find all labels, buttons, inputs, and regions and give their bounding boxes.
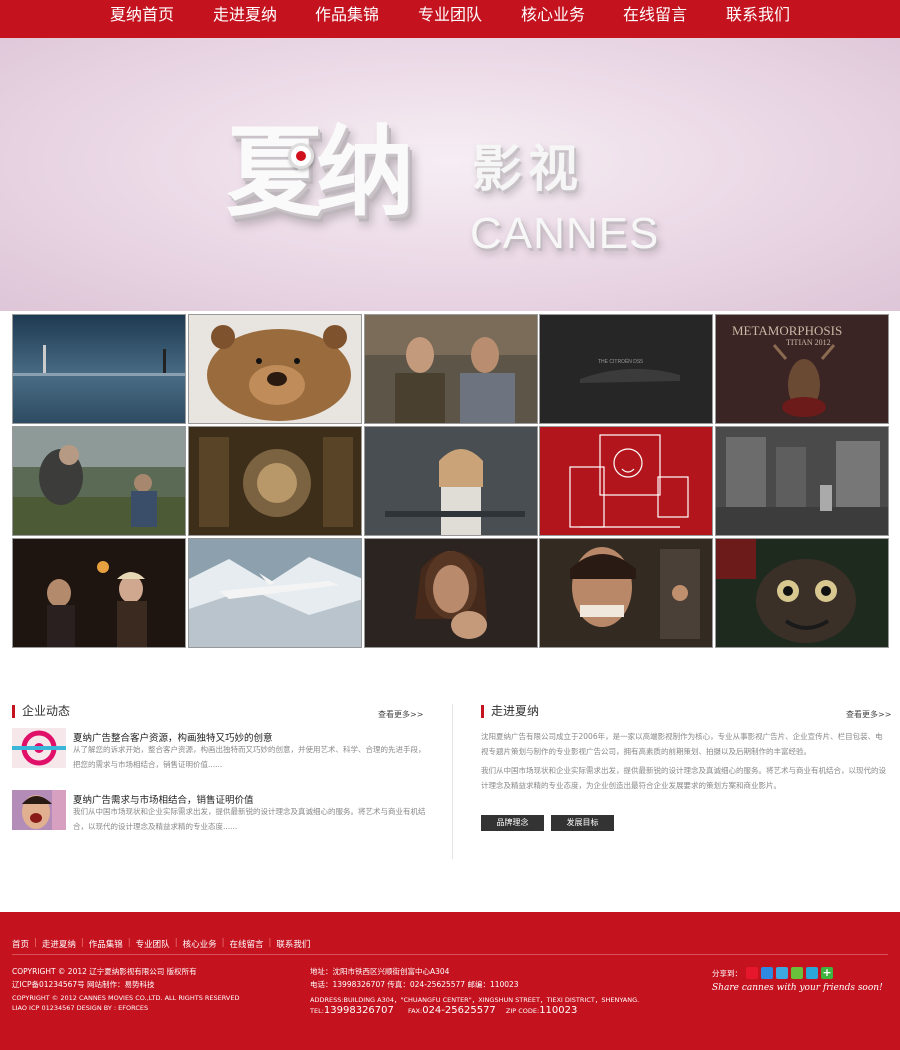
hero-banner: 夏纳 影视 CANNES: [0, 38, 900, 311]
footer-zip-label: ZIP CODE:: [505, 1007, 540, 1015]
site-footer: 首页 | 走进夏纳 | 作品集锦 | 专业团队 | 核心业务 | 在线留言 | 联系我们 C…: [0, 912, 900, 1050]
renren-share-icon[interactable]: [806, 967, 818, 979]
footer-nav-home[interactable]: 首页: [12, 938, 34, 950]
development-goal-button[interactable]: 发展目标: [551, 815, 614, 831]
works-gallery: THE CITROËN DS5 METAMORPHOSIS TITIAN 2012: [12, 314, 889, 651]
share-label: 分享到：: [712, 969, 742, 978]
gallery-thumb[interactable]: [715, 538, 889, 648]
gallery-thumb[interactable]: [12, 426, 186, 536]
share-slogan: Share cannes with your friends soon!: [712, 983, 883, 993]
column-divider: [452, 704, 453, 859]
footer-nav-message[interactable]: 在线留言: [224, 938, 268, 950]
qzone-share-icon[interactable]: [761, 967, 773, 979]
weibo-share-icon[interactable]: [746, 967, 758, 979]
logo-subtitle: 影视: [472, 140, 584, 198]
footer-icp-en: LIAO ICP 01234567 DESIGN BY : EFORCES: [12, 1004, 149, 1012]
footer-nav-business[interactable]: 核心业务: [178, 938, 222, 950]
about-section-title: 走进夏纳: [481, 705, 539, 718]
nav-message[interactable]: 在线留言: [614, 0, 696, 38]
news-thumb[interactable]: [12, 728, 66, 768]
footer-nav-team[interactable]: 专业团队: [131, 938, 175, 950]
nav-business[interactable]: 核心业务: [512, 0, 594, 38]
logo-chinese: 夏纳: [226, 116, 414, 230]
footer-tel-value: 13998326707: [323, 1005, 394, 1016]
news-more-link[interactable]: 查看更多>>: [378, 709, 423, 720]
about-paragraph: 沈阳夏纳广告有限公司成立于2006年，是一家以高端影视制作为核心，专业从事影视广…: [481, 732, 883, 756]
logo-red-dot-icon: [288, 143, 314, 169]
footer-divider: [12, 954, 888, 955]
citroen-caption: THE CITROËN DS5: [598, 358, 643, 365]
footer-address-cn: 地址：沈阳市铁西区兴顺街创富中心A304: [310, 967, 450, 976]
news-item-text: 从了解您的诉求开始，整合客户资源，构画出独特而又巧妙的创意，并使用艺术、科学、合…: [73, 745, 426, 769]
logo-english: CANNES: [470, 209, 660, 258]
footer-nav-contact[interactable]: 联系我们: [271, 938, 315, 950]
brand-concept-button[interactable]: 品牌理念: [481, 815, 544, 831]
gallery-thumb[interactable]: THE CITROËN DS5: [539, 314, 713, 424]
nav-about[interactable]: 走进夏纳: [204, 0, 286, 38]
gallery-thumb[interactable]: [188, 426, 362, 536]
gallery-thumb[interactable]: [364, 314, 538, 424]
metamorphosis-title: METAMORPHOSIS: [732, 323, 842, 338]
footer-tel: TEL:13998326707 FAX:024-25625577 ZIP COD…: [310, 1005, 577, 1016]
footer-nav: 首页 | 走进夏纳 | 作品集锦 | 专业团队 | 核心业务 | 在线留言 | 联系我们: [12, 938, 315, 950]
metamorphosis-sub: TITIAN 2012: [786, 338, 831, 347]
footer-nav-about[interactable]: 走进夏纳: [37, 938, 81, 950]
footer-zip-value: 110023: [539, 1005, 578, 1016]
gallery-thumb[interactable]: [364, 538, 538, 648]
footer-copyright-cn: COPYRIGHT © 2012 辽宁夏纳影视有限公司 版权所有: [12, 967, 197, 976]
gallery-thumb[interactable]: [715, 426, 889, 536]
footer-copyright-en: COPYRIGHT © 2012 CANNES MOVIES CO.,LTD. …: [12, 994, 240, 1002]
footer-tel-label: TEL:: [310, 1007, 324, 1015]
news-item-text: 我们从中国市场现状和企业实际需求出发，提供最新锐的设计理念及真诚细心的服务。将艺…: [73, 807, 426, 831]
gallery-thumb[interactable]: [12, 538, 186, 648]
footer-fax-value: 024-25625577: [422, 1005, 496, 1016]
brand-logo: 夏纳 影视 CANNES: [226, 113, 666, 293]
nav-team[interactable]: 专业团队: [409, 0, 491, 38]
footer-fax-label: FAX:: [407, 1007, 423, 1015]
news-thumb[interactable]: [12, 790, 66, 830]
footer-phone-cn: 电话：13998326707 传真：024-25625577 邮编：110023: [310, 980, 519, 989]
footer-address-en: ADDRESS:BUILDING A304，"CHUANGFU CENTER"，…: [310, 996, 640, 1004]
gallery-thumb[interactable]: METAMORPHOSIS TITIAN 2012: [715, 314, 889, 424]
gallery-thumb[interactable]: [188, 538, 362, 648]
main-nav: 夏纳首页 走进夏纳 作品集锦 专业团队 核心业务 在线留言 联系我们: [0, 0, 900, 38]
douban-share-icon[interactable]: [791, 967, 803, 979]
gallery-thumb[interactable]: [188, 314, 362, 424]
nav-contact[interactable]: 联系我们: [717, 0, 799, 38]
gallery-thumb[interactable]: [539, 538, 713, 648]
about-paragraph: 我们从中国市场现状和企业实际需求出发，提供最新锐的设计理念及真诚细心的服务。将艺…: [481, 766, 886, 790]
tencent-weibo-share-icon[interactable]: [776, 967, 788, 979]
footer-nav-works[interactable]: 作品集锦: [84, 938, 128, 950]
about-more-link[interactable]: 查看更多>>: [846, 709, 891, 720]
gallery-thumb[interactable]: [364, 426, 538, 536]
gallery-thumb[interactable]: [539, 426, 713, 536]
gallery-thumb[interactable]: [12, 314, 186, 424]
news-section-title: 企业动态: [12, 705, 70, 718]
footer-icp-cn: 辽ICP备01234567号 网站制作：易势科技: [12, 980, 155, 989]
more-share-icon[interactable]: +: [821, 967, 833, 979]
nav-home[interactable]: 夏纳首页: [101, 0, 183, 38]
nav-works[interactable]: 作品集锦: [306, 0, 388, 38]
